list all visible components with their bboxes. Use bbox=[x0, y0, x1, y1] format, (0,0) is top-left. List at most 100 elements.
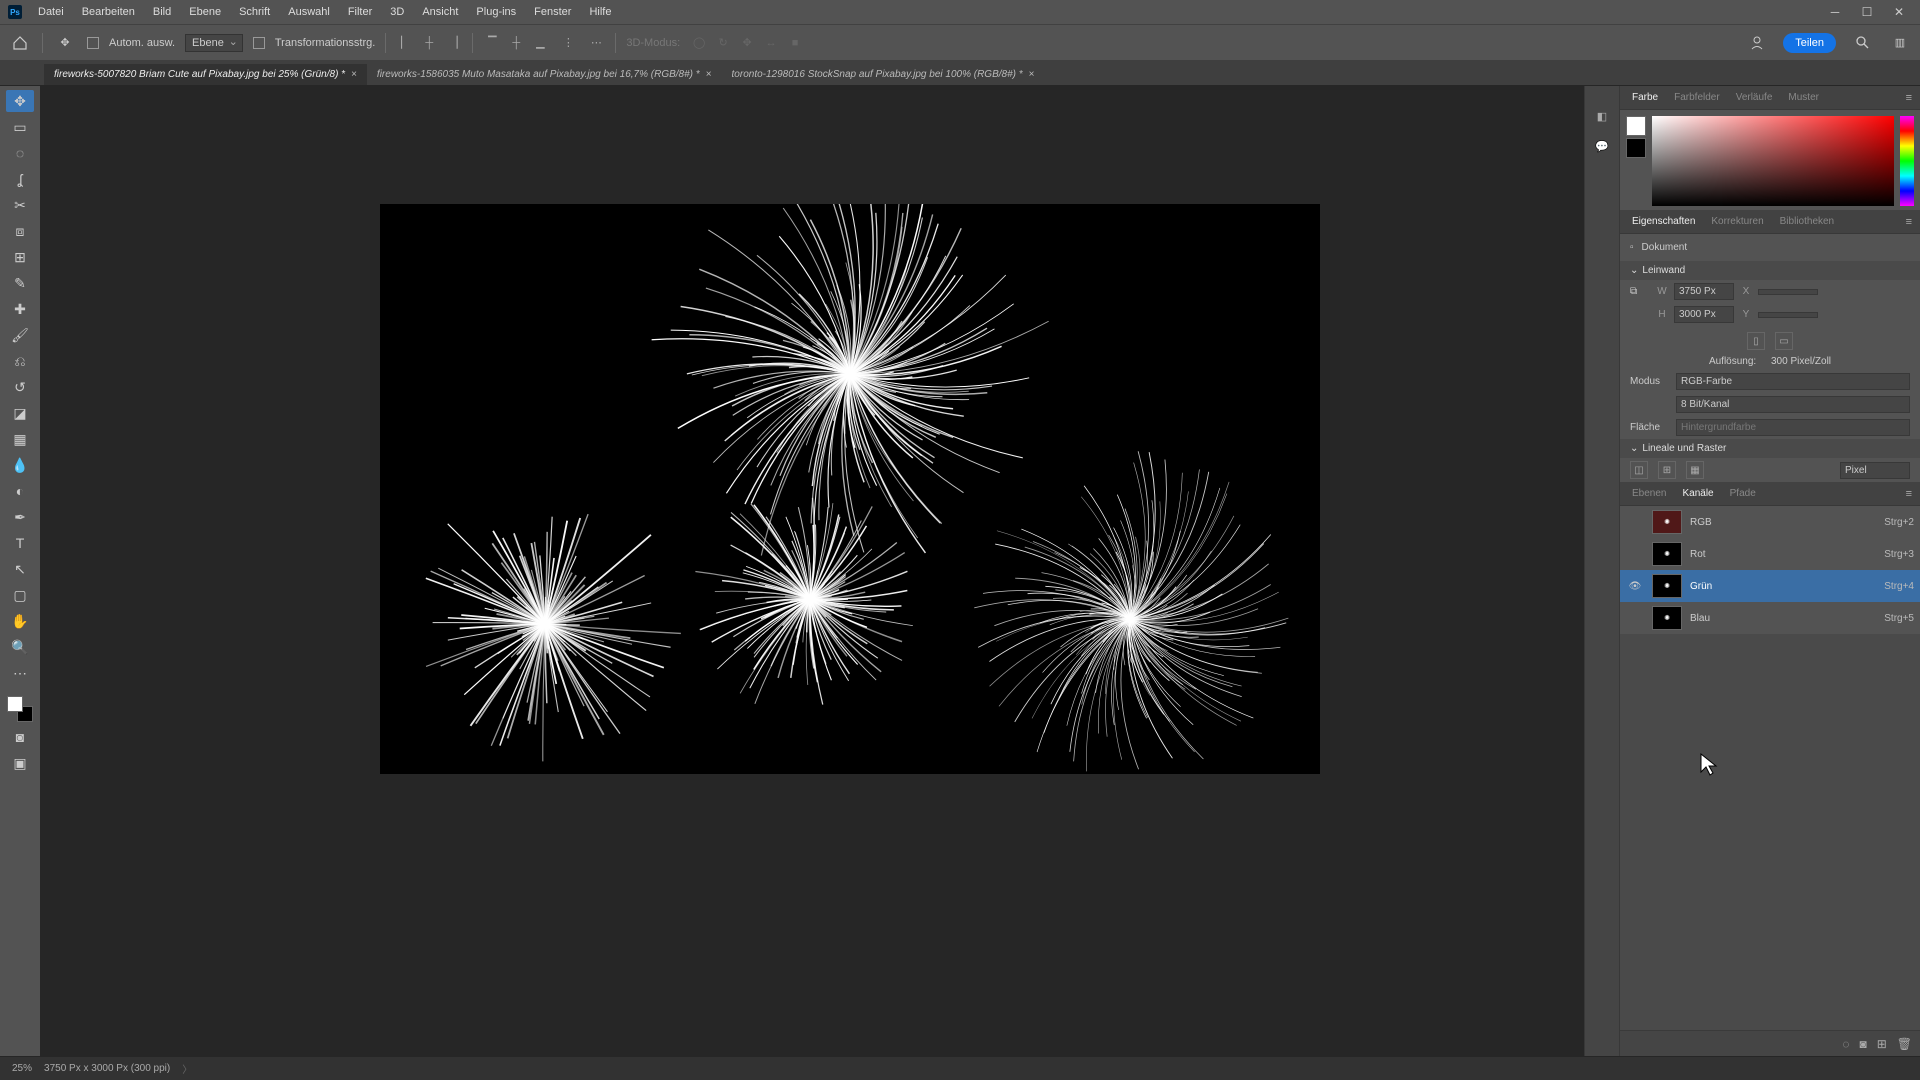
tab-korrekturen[interactable]: Korrekturen bbox=[1703, 212, 1771, 231]
close-tab-icon[interactable]: × bbox=[351, 69, 357, 80]
clone-stamp-tool[interactable]: ⎌ bbox=[6, 350, 34, 372]
screen-mode-icon[interactable]: ▣ bbox=[6, 752, 34, 774]
menu-bearbeiten[interactable]: Bearbeiten bbox=[80, 4, 137, 20]
tab-eigenschaften[interactable]: Eigenschaften bbox=[1624, 212, 1703, 231]
tab-farbfelder[interactable]: Farbfelder bbox=[1666, 88, 1728, 107]
channel-row-blau[interactable]: ✺ Blau Strg+5 bbox=[1620, 602, 1920, 634]
blur-tool[interactable]: 💧 bbox=[6, 454, 34, 476]
visibility-toggle-icon[interactable]: 👁 bbox=[1626, 581, 1644, 592]
align-hcenter-icon[interactable]: ┼ bbox=[420, 34, 438, 52]
fill-dropdown[interactable]: Hintergrundfarbe bbox=[1676, 419, 1910, 436]
bit-depth-dropdown[interactable]: 8 Bit/Kanal bbox=[1676, 396, 1910, 413]
channel-row-gruen[interactable]: 👁 ✺ Grün Strg+4 bbox=[1620, 570, 1920, 602]
canvas-area[interactable] bbox=[40, 86, 1584, 1056]
share-button[interactable]: Teilen bbox=[1783, 33, 1836, 53]
tab-muster[interactable]: Muster bbox=[1780, 88, 1827, 107]
load-selection-icon[interactable]: ◌ bbox=[1842, 1037, 1849, 1051]
section-lineale[interactable]: ⌄Lineale und Raster bbox=[1620, 439, 1920, 458]
fg-color-swatch[interactable] bbox=[1626, 116, 1646, 136]
quick-mask-icon[interactable]: ◙ bbox=[6, 726, 34, 748]
user-icon[interactable] bbox=[1745, 31, 1769, 55]
grid-icon[interactable]: ⊞ bbox=[1658, 461, 1676, 479]
document-tab[interactable]: fireworks-5007820 Briam Cute auf Pixabay… bbox=[44, 64, 367, 85]
gradient-tool[interactable]: ▦ bbox=[6, 428, 34, 450]
link-dimensions-icon[interactable]: ⧉ bbox=[1630, 286, 1648, 297]
align-right-icon[interactable]: ▕ bbox=[444, 34, 462, 52]
panel-menu-icon[interactable]: ≡ bbox=[1902, 216, 1916, 228]
dodge-tool[interactable]: ◐ bbox=[6, 480, 34, 502]
artboard-tool[interactable]: ▭ bbox=[6, 116, 34, 138]
tab-kanaele[interactable]: Kanäle bbox=[1674, 484, 1721, 503]
panel-menu-icon[interactable]: ≡ bbox=[1902, 488, 1916, 500]
window-minimize-icon[interactable]: ─ bbox=[1828, 5, 1842, 19]
move-tool[interactable]: ✥ bbox=[6, 90, 34, 112]
home-icon[interactable] bbox=[8, 31, 32, 55]
guides-icon[interactable]: ▦ bbox=[1686, 461, 1704, 479]
zoom-level[interactable]: 25% bbox=[12, 1063, 32, 1074]
panel-shortcut-icon[interactable]: ◧ bbox=[1592, 106, 1612, 126]
menu-fenster[interactable]: Fenster bbox=[532, 4, 573, 20]
marquee-tool[interactable]: ◌ bbox=[6, 142, 34, 164]
pan-3d-icon[interactable]: ✥ bbox=[738, 34, 756, 52]
lasso-tool[interactable]: ʆ bbox=[6, 168, 34, 190]
rectangle-tool[interactable]: ▢ bbox=[6, 584, 34, 606]
new-channel-icon[interactable]: ⊞ bbox=[1877, 1037, 1887, 1051]
orientation-landscape-icon[interactable]: ▭ bbox=[1775, 332, 1793, 350]
distribute-icon[interactable]: ⋮ bbox=[559, 34, 577, 52]
rulers-icon[interactable]: ◫ bbox=[1630, 461, 1648, 479]
quick-select-tool[interactable]: ✂ bbox=[6, 194, 34, 216]
roll-3d-icon[interactable]: ↻ bbox=[714, 34, 732, 52]
close-tab-icon[interactable]: × bbox=[706, 69, 712, 80]
tab-farbe[interactable]: Farbe bbox=[1624, 88, 1666, 107]
type-tool[interactable]: T bbox=[6, 532, 34, 554]
width-input[interactable]: 3750 Px bbox=[1674, 283, 1734, 300]
color-mode-dropdown[interactable]: RGB-Farbe bbox=[1676, 373, 1910, 390]
menu-ansicht[interactable]: Ansicht bbox=[420, 4, 460, 20]
color-swatches[interactable] bbox=[7, 696, 33, 722]
move-tool-indicator-icon[interactable]: ✥ bbox=[53, 31, 77, 55]
menu-hilfe[interactable]: Hilfe bbox=[587, 4, 613, 20]
transform-controls-checkbox[interactable] bbox=[253, 37, 265, 49]
document-tab[interactable]: fireworks-1586035 Muto Masataka auf Pixa… bbox=[367, 64, 722, 85]
status-flyout-icon[interactable]: 〉 bbox=[182, 1061, 192, 1076]
height-input[interactable]: 3000 Px bbox=[1674, 306, 1734, 323]
section-leinwand[interactable]: ⌄Leinwand bbox=[1620, 261, 1920, 280]
delete-channel-icon[interactable]: 🗑 bbox=[1897, 1037, 1912, 1051]
channel-row-rgb[interactable]: ✺ RGB Strg+2 bbox=[1620, 506, 1920, 538]
menu-auswahl[interactable]: Auswahl bbox=[286, 4, 332, 20]
bg-color-swatch[interactable] bbox=[1626, 138, 1646, 158]
path-selection-tool[interactable]: ↖ bbox=[6, 558, 34, 580]
tab-verlaeufe[interactable]: Verläufe bbox=[1728, 88, 1781, 107]
healing-brush-tool[interactable]: ✚ bbox=[6, 298, 34, 320]
save-selection-icon[interactable]: ◙ bbox=[1859, 1037, 1866, 1051]
window-close-icon[interactable]: ✕ bbox=[1892, 5, 1906, 19]
brush-tool[interactable]: 🖌 bbox=[6, 324, 34, 346]
panel-menu-icon[interactable]: ≡ bbox=[1902, 92, 1916, 104]
menu-datei[interactable]: Datei bbox=[36, 4, 66, 20]
hand-tool[interactable]: ✋ bbox=[6, 610, 34, 632]
auto-select-checkbox[interactable] bbox=[87, 37, 99, 49]
orbit-3d-icon[interactable]: ◯ bbox=[690, 34, 708, 52]
zoom-tool[interactable]: 🔍 bbox=[6, 636, 34, 658]
foreground-color-swatch[interactable] bbox=[7, 696, 23, 712]
channel-row-rot[interactable]: ✺ Rot Strg+3 bbox=[1620, 538, 1920, 570]
crop-tool[interactable]: ⧈ bbox=[6, 220, 34, 242]
panel-shortcut-icon[interactable]: 💬 bbox=[1592, 136, 1612, 156]
frame-tool[interactable]: ⊞ bbox=[6, 246, 34, 268]
align-vcenter-icon[interactable]: ┼ bbox=[507, 34, 525, 52]
eyedropper-tool[interactable]: ✎ bbox=[6, 272, 34, 294]
document-tab[interactable]: toronto-1298016 StockSnap auf Pixabay.jp… bbox=[722, 64, 1045, 85]
pen-tool[interactable]: ✒ bbox=[6, 506, 34, 528]
menu-ebene[interactable]: Ebene bbox=[187, 4, 223, 20]
tab-ebenen[interactable]: Ebenen bbox=[1624, 484, 1674, 503]
tab-pfade[interactable]: Pfade bbox=[1722, 484, 1764, 503]
menu-bild[interactable]: Bild bbox=[151, 4, 173, 20]
align-bottom-icon[interactable]: ▁ bbox=[531, 34, 549, 52]
history-brush-tool[interactable]: ↺ bbox=[6, 376, 34, 398]
x-input[interactable] bbox=[1758, 289, 1818, 295]
y-input[interactable] bbox=[1758, 312, 1818, 318]
align-top-icon[interactable]: ▔ bbox=[483, 34, 501, 52]
zoom-3d-icon[interactable]: ■ bbox=[786, 34, 804, 52]
color-field[interactable] bbox=[1652, 116, 1894, 206]
eraser-tool[interactable]: ◪ bbox=[6, 402, 34, 424]
